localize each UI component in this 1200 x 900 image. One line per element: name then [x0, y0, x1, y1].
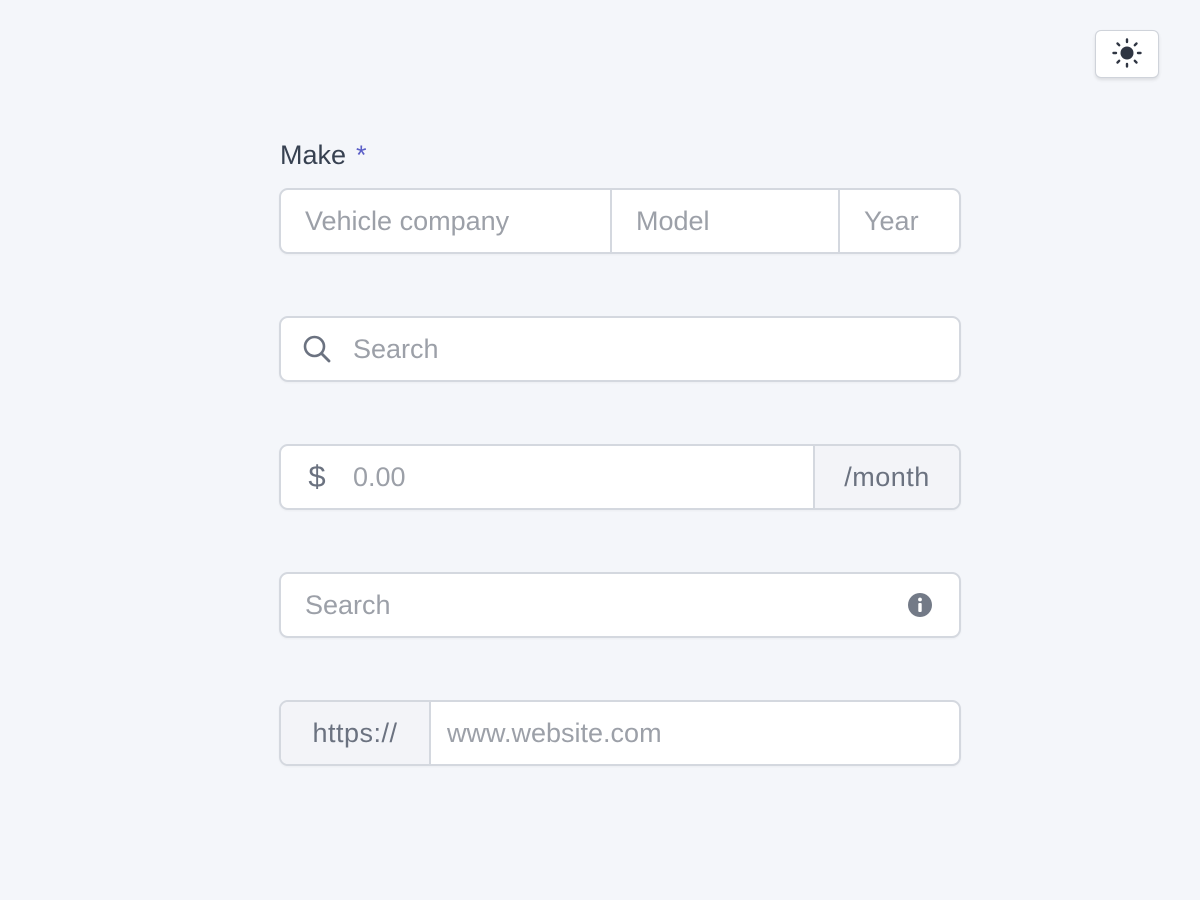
required-marker: *	[356, 140, 367, 170]
vehicle-company-input[interactable]	[281, 190, 612, 252]
search-info-input[interactable]	[281, 574, 881, 636]
make-label-text: Make	[280, 140, 347, 170]
price-input[interactable]	[353, 446, 813, 508]
search-icon	[281, 318, 353, 380]
model-input[interactable]	[612, 190, 840, 252]
https-prefix: https://	[281, 702, 431, 764]
info-icon[interactable]	[881, 574, 959, 636]
search-input-group	[279, 316, 961, 382]
sun-icon	[1111, 37, 1143, 72]
vehicle-form: Make * $ /month https://	[279, 138, 961, 766]
search-input[interactable]	[353, 318, 959, 380]
website-input[interactable]	[431, 702, 959, 764]
per-month-suffix: /month	[813, 446, 959, 508]
year-input[interactable]	[840, 190, 959, 252]
make-label: Make *	[280, 138, 961, 172]
search-info-input-group	[279, 572, 961, 638]
make-input-group	[279, 188, 961, 254]
website-input-group: https://	[279, 700, 961, 766]
price-input-group: $ /month	[279, 444, 961, 510]
currency-symbol: $	[308, 459, 326, 494]
theme-toggle-button[interactable]	[1095, 30, 1159, 78]
